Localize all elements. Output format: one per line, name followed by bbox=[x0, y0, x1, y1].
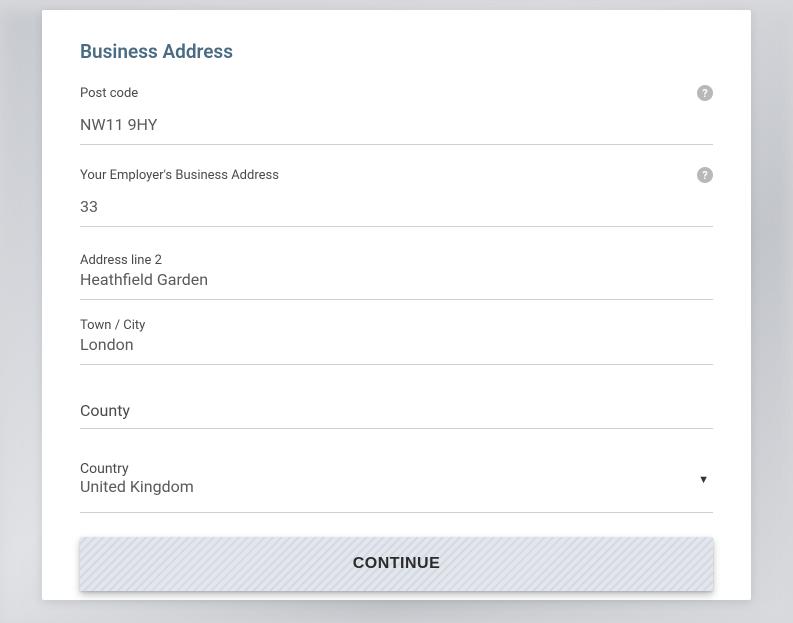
postcode-input[interactable] bbox=[80, 107, 713, 145]
continue-button[interactable]: CONTINUE bbox=[80, 537, 713, 591]
address1-field: Your Employer's Business Address ? bbox=[80, 167, 713, 227]
postcode-label: Post code bbox=[80, 86, 138, 101]
town-field: Town / City bbox=[80, 314, 713, 365]
town-label: Town / City bbox=[80, 318, 145, 333]
country-label: Country bbox=[80, 461, 129, 477]
county-input[interactable] bbox=[80, 393, 713, 429]
help-icon[interactable]: ? bbox=[697, 167, 713, 183]
address1-input[interactable] bbox=[80, 189, 713, 227]
address1-label: Your Employer's Business Address bbox=[80, 168, 279, 183]
country-field: Country United Kingdom ▼ bbox=[80, 461, 713, 513]
town-input[interactable] bbox=[80, 333, 713, 365]
address2-field: Address line 2 bbox=[80, 249, 713, 300]
postcode-field: Post code ? bbox=[80, 85, 713, 145]
address2-input[interactable] bbox=[80, 268, 713, 300]
country-select[interactable]: United Kingdom bbox=[80, 461, 713, 513]
card-title: Business Address bbox=[80, 40, 713, 63]
help-icon[interactable]: ? bbox=[697, 85, 713, 101]
address2-label: Address line 2 bbox=[80, 253, 162, 268]
business-address-card: Business Address Post code ? Your Employ… bbox=[42, 10, 751, 600]
county-field bbox=[80, 393, 713, 429]
